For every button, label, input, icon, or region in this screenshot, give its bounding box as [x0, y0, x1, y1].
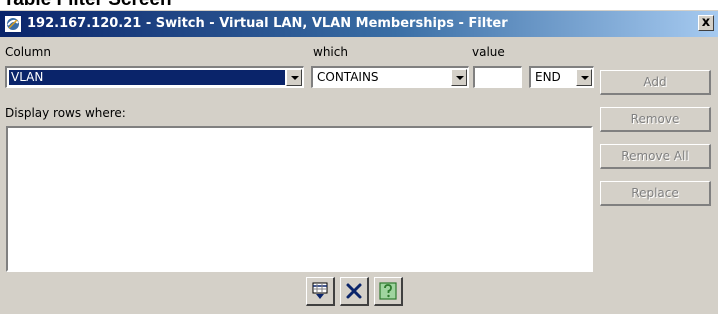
- apply-filter-button[interactable]: [306, 277, 335, 306]
- window-title: 192.167.120.21 - Switch - Virtual LAN, V…: [27, 16, 508, 31]
- help-icon: [379, 282, 397, 300]
- filter-conditions-list[interactable]: [6, 126, 593, 272]
- app-icon: [4, 15, 22, 33]
- chevron-down-icon[interactable]: [286, 69, 302, 86]
- filter-dialog: 192.167.120.21 - Switch - Virtual LAN, V…: [0, 10, 718, 314]
- cancel-icon: [346, 283, 362, 299]
- column-select[interactable]: VLAN: [5, 66, 304, 88]
- column-select-value: VLAN: [9, 70, 285, 85]
- column-label: Column: [5, 45, 51, 59]
- cancel-button[interactable]: [340, 277, 369, 306]
- end-select-value: END: [535, 70, 561, 84]
- which-select-value: CONTAINS: [317, 70, 379, 84]
- replace-button[interactable]: Replace: [600, 181, 711, 206]
- remove-all-button[interactable]: Remove All: [600, 144, 711, 169]
- display-rows-label: Display rows where:: [5, 106, 126, 120]
- which-select[interactable]: CONTAINS: [311, 66, 469, 88]
- value-input[interactable]: [473, 66, 522, 88]
- which-label: which: [313, 45, 348, 59]
- add-button[interactable]: Add: [600, 70, 711, 95]
- help-button[interactable]: [374, 277, 403, 306]
- chevron-down-icon[interactable]: [576, 69, 592, 86]
- close-button[interactable]: x: [698, 15, 714, 31]
- apply-filter-icon: [312, 282, 328, 299]
- end-select[interactable]: END: [529, 66, 594, 88]
- title-bar[interactable]: 192.167.120.21 - Switch - Virtual LAN, V…: [0, 11, 718, 37]
- chevron-down-icon[interactable]: [451, 69, 467, 86]
- value-label: value: [472, 45, 505, 59]
- remove-button[interactable]: Remove: [600, 107, 711, 132]
